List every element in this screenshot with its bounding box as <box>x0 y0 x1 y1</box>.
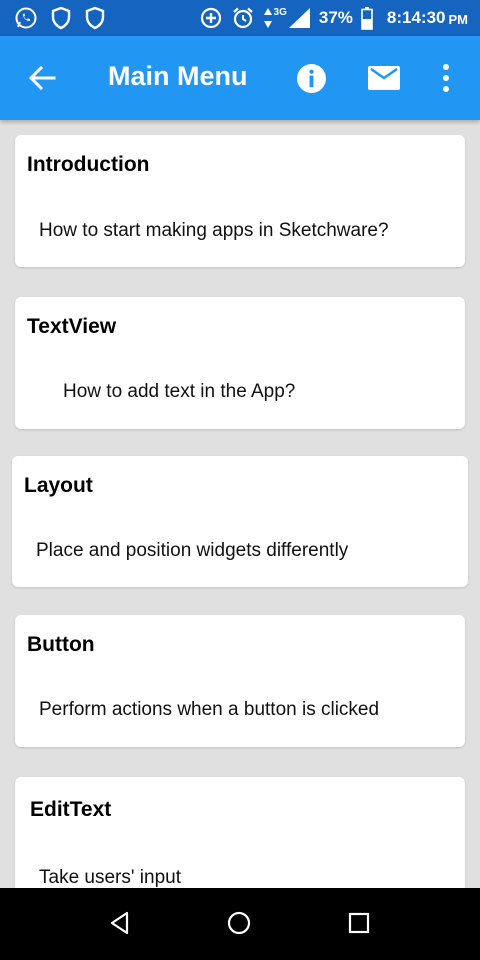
card-subtitle: Take users' input <box>39 867 181 888</box>
card-title: Button <box>27 633 95 656</box>
card-title: Layout <box>24 474 93 497</box>
mail-icon[interactable] <box>368 66 400 90</box>
network-type: 3G <box>273 6 287 18</box>
card-title: Introduction <box>27 153 150 176</box>
card-title: EditText <box>30 798 112 821</box>
app-bar: Main Menu <box>0 36 480 120</box>
card-layout[interactable]: Layout Place and position widgets differ… <box>12 456 468 587</box>
card-introduction[interactable]: Introduction How to start making apps in… <box>15 135 465 267</box>
page-title: Main Menu <box>108 61 248 91</box>
card-subtitle: How to start making apps in Sketchware? <box>39 220 389 241</box>
card-subtitle: Place and position widgets differently <box>36 540 349 561</box>
card-edittext[interactable]: EditText Take users' input <box>15 777 465 888</box>
battery-icon <box>361 7 373 30</box>
card-textview[interactable]: TextView How to add text in the App? <box>15 297 465 429</box>
alarm-icon <box>232 7 253 29</box>
system-nav-bar <box>0 888 480 960</box>
status-left-icons <box>14 6 118 30</box>
home-circle-icon[interactable] <box>226 910 252 936</box>
info-icon[interactable] <box>296 63 327 94</box>
shield-icon <box>85 6 105 30</box>
card-subtitle: Perform actions when a button is clicked <box>39 699 380 720</box>
status-right-icons: 3G 37% 8:14:30 PM <box>191 6 468 30</box>
battery-percent: 37% <box>318 8 353 27</box>
card-title: TextView <box>27 315 117 338</box>
shield-icon <box>51 6 71 30</box>
more-vert-icon[interactable] <box>434 62 458 94</box>
back-triangle-icon[interactable] <box>107 910 133 936</box>
signal-icon <box>288 8 310 28</box>
card-button[interactable]: Button Perform actions when a button is … <box>15 615 465 747</box>
card-subtitle: How to add text in the App? <box>63 381 296 402</box>
back-arrow-icon[interactable] <box>28 64 56 92</box>
recents-square-icon[interactable] <box>346 910 372 936</box>
status-bar: 3G 37% 8:14:30 PM <box>0 0 480 36</box>
data-saver-icon <box>200 7 221 29</box>
status-time: 8:14:30 <box>386 8 446 27</box>
data-arrows-icon <box>263 8 272 28</box>
whatsapp-icon <box>15 7 37 29</box>
menu-list[interactable]: Introduction How to start making apps in… <box>0 120 480 888</box>
status-ampm: PM <box>448 12 469 27</box>
